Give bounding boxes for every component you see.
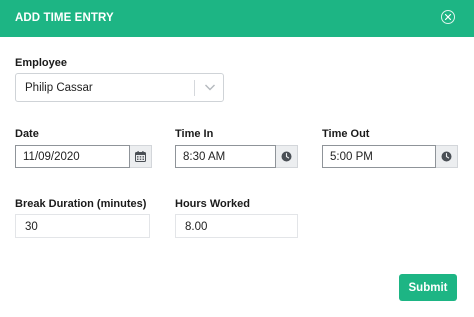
date-input[interactable]: 11/09/2020 — [15, 145, 130, 168]
date-picker-button[interactable] — [130, 145, 152, 168]
employee-label: Employee — [15, 57, 67, 69]
modal-header: ADD TIME ENTRY — [0, 0, 474, 37]
date-label: Date — [15, 128, 39, 140]
break-duration-label: Break Duration (minutes) — [15, 198, 147, 210]
employee-select-value: Philip Cassar — [25, 82, 93, 94]
time-in-picker-button[interactable] — [276, 145, 298, 168]
hours-worked-label: Hours Worked — [175, 198, 250, 210]
time-out-input[interactable]: 5:00 PM — [322, 145, 436, 168]
submit-button[interactable]: Submit — [399, 274, 457, 301]
close-button[interactable] — [441, 10, 455, 24]
employee-select[interactable]: Philip Cassar — [15, 73, 224, 102]
break-duration-input[interactable]: 30 — [15, 214, 150, 238]
clock-icon — [441, 151, 452, 162]
hours-worked-input[interactable]: 8.00 — [175, 214, 298, 238]
calendar-icon — [135, 151, 146, 162]
time-in-label: Time In — [175, 128, 214, 140]
clock-icon — [281, 151, 292, 162]
time-out-picker-button[interactable] — [436, 145, 458, 168]
time-out-label: Time Out — [322, 128, 370, 140]
select-divider — [194, 80, 195, 96]
modal-title: ADD TIME ENTRY — [15, 12, 114, 24]
time-in-input[interactable]: 8:30 AM — [175, 145, 276, 168]
close-icon — [444, 13, 452, 21]
chevron-down-icon[interactable] — [204, 83, 216, 92]
